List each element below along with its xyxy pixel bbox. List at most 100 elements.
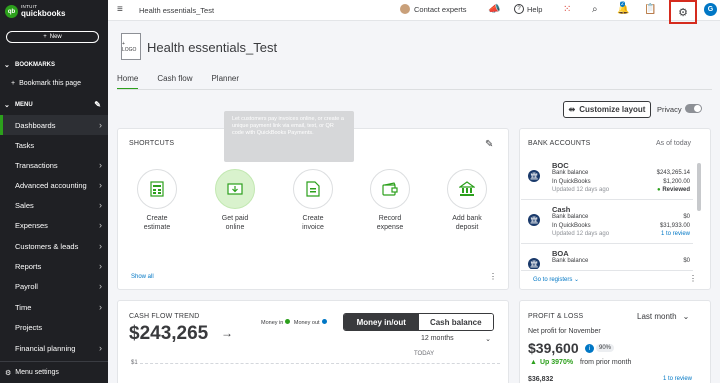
info-icon[interactable]: i: [585, 344, 594, 353]
sidebar-item-label: Payroll: [15, 281, 38, 291]
menu-header: MENU: [15, 101, 33, 108]
shortcut-label: Create: [146, 215, 168, 222]
trend-up-icon: ▲: [530, 359, 537, 366]
sidebar-item-label: Sales: [15, 200, 34, 210]
money-out-dot: [321, 319, 327, 324]
as-of-label: As of today: [656, 140, 692, 147]
shortcut-add-bank-deposit[interactable]: Add bank deposit: [438, 169, 496, 232]
shortcut-record-expense[interactable]: Record expense: [361, 169, 419, 232]
privacy-toggle[interactable]: [685, 104, 702, 113]
show-all-link[interactable]: Show all: [131, 274, 154, 280]
bank-balance-label: Bank balance: [552, 170, 589, 176]
menu-settings-label: Menu settings: [15, 369, 59, 376]
sidebar-item-projects[interactable]: Projects: [0, 317, 108, 337]
contact-experts-button[interactable]: Contact experts: [400, 4, 467, 14]
shortcut-label: Create: [302, 215, 324, 222]
sidebar-item-customers-leads[interactable]: Customers & leads ›: [0, 236, 108, 256]
tab-home[interactable]: Home: [117, 72, 139, 90]
shortcut-get-paid-online[interactable]: Get paid online: [206, 169, 264, 232]
company-name-top: Health essentials_Test: [139, 6, 215, 15]
more-options-icon[interactable]: ⋮: [689, 274, 697, 283]
pencil-icon[interactable]: ✎: [485, 139, 493, 150]
clipboard-icon[interactable]: 📋: [644, 4, 656, 15]
sidebar-item-reports[interactable]: Reports ›: [0, 256, 108, 276]
company-title: Health essentials_Test: [147, 40, 278, 55]
hamburger-menu-icon[interactable]: ≡: [117, 4, 123, 15]
quickbooks-logo[interactable]: qb INTUIT quickbooks: [5, 5, 65, 18]
logo-placeholder-text: + LOGO: [122, 40, 137, 53]
top-bar: ≡ Health essentials_Test Contact experts…: [108, 0, 720, 24]
sidebar-item-label: Tasks: [15, 140, 35, 150]
user-avatar[interactable]: G: [704, 3, 717, 16]
tab-planner[interactable]: Planner: [211, 72, 239, 90]
sidebar-item-advanced-accounting[interactable]: Advanced accounting ›: [0, 175, 108, 195]
profit-loss-title: PROFIT & LOSS: [528, 313, 584, 320]
shortcut-label: invoice: [302, 224, 324, 231]
sidebar-item-sales[interactable]: Sales ›: [0, 195, 108, 215]
notifications-icon[interactable]: 🔔 2: [617, 1, 629, 15]
scrollbar[interactable]: [697, 163, 701, 211]
pl-review-link[interactable]: 1 to review: [663, 376, 692, 382]
sidebar-item-transactions[interactable]: Transactions ›: [0, 155, 108, 175]
period-dropdown[interactable]: 12 months ⌄: [421, 335, 491, 347]
help-label: Help: [527, 4, 543, 14]
arrow-right-icon[interactable]: →: [221, 326, 233, 340]
search-icon[interactable]: ⌕: [592, 4, 598, 15]
sidebar-item-dashboards[interactable]: Dashboards ›: [0, 115, 108, 135]
chevron-right-icon: ›: [99, 180, 102, 190]
get-paid-icon: [215, 169, 255, 209]
pl-period-dropdown[interactable]: Last month ⌄: [637, 312, 689, 321]
shortcut-create-estimate[interactable]: Create estimate: [128, 169, 186, 232]
chevron-down-icon: ⌄: [4, 61, 10, 69]
pl-change: Up 3970%: [540, 359, 574, 366]
bank-balance-label: Bank balance: [552, 258, 589, 264]
company-logo-placeholder[interactable]: + LOGO: [121, 33, 141, 60]
bank-balance-label: Bank balance: [552, 214, 589, 220]
cash-flow-legend: Money in Money out: [261, 319, 329, 326]
menu-settings[interactable]: ⚙ Menu settings: [0, 361, 108, 383]
sidebar-item-time[interactable]: Time ›: [0, 297, 108, 317]
check-circle-icon: ●: [657, 187, 661, 193]
megaphone-icon[interactable]: 📣: [488, 4, 500, 15]
help-button[interactable]: ? Help: [514, 4, 542, 14]
apps-grid-icon[interactable]: ⁙: [563, 4, 571, 15]
contact-experts-label: Contact experts: [414, 4, 467, 14]
gridline: [140, 363, 500, 364]
status-badge: ● Reviewed: [657, 187, 690, 193]
pencil-icon[interactable]: ✎: [94, 100, 101, 109]
bank-accounts-title: BANK ACCOUNTS: [528, 140, 591, 147]
expert-avatar: [400, 4, 410, 14]
new-button[interactable]: + New: [6, 31, 99, 43]
chevron-right-icon: ›: [99, 261, 102, 271]
period-label: 12 months: [421, 335, 454, 342]
sidebar-item-tasks[interactable]: Tasks: [0, 135, 108, 155]
chevron-right-icon: ›: [99, 343, 102, 353]
customize-layout-button[interactable]: ⇹ Customize layout: [563, 101, 651, 118]
sidebar-item-label: Time: [15, 302, 32, 312]
shortcut-label: Record: [378, 215, 402, 222]
money-in-out-tab[interactable]: Money in/out: [344, 314, 419, 330]
home-tabs: Home Cash flow Planner: [117, 72, 258, 90]
bank-account-row[interactable]: 🏛 BOA Bank balance $0: [528, 249, 690, 269]
settings-gear-button[interactable]: ⚙: [669, 0, 697, 24]
review-link[interactable]: 1 to review: [661, 231, 690, 237]
more-options-icon[interactable]: ⋮: [489, 272, 497, 281]
bookmark-this-page[interactable]: + Bookmark this page: [11, 80, 81, 87]
chevron-down-icon: ⌄: [4, 101, 10, 109]
bank-account-row[interactable]: 🏛 Cash Bank balance $0 In QuickBooks $31…: [528, 205, 690, 241]
go-to-registers-link[interactable]: Go to registers ⌄: [533, 276, 579, 283]
tab-cash-flow[interactable]: Cash flow: [157, 72, 192, 90]
menu-section[interactable]: ⌄ MENU ✎: [0, 99, 108, 110]
estimate-icon: [137, 169, 177, 209]
cash-flow-title: CASH FLOW TREND: [129, 313, 200, 320]
bookmarks-section[interactable]: ⌄ BOOKMARKS: [0, 59, 108, 70]
shortcut-create-invoice[interactable]: Create invoice: [284, 169, 342, 232]
cash-flow-toggle: Money in/out Cash balance: [343, 313, 494, 331]
sidebar-item-financial-planning[interactable]: Financial planning ›: [0, 338, 108, 358]
cash-balance-tab[interactable]: Cash balance: [418, 314, 493, 330]
bank-name: BOA: [552, 249, 569, 258]
invoice-icon: [293, 169, 333, 209]
bank-account-row[interactable]: 🏛 BOC Bank balance $243,265.14 In QuickB…: [528, 161, 690, 197]
sidebar-item-payroll[interactable]: Payroll ›: [0, 276, 108, 296]
sidebar-item-expenses[interactable]: Expenses ›: [0, 215, 108, 235]
